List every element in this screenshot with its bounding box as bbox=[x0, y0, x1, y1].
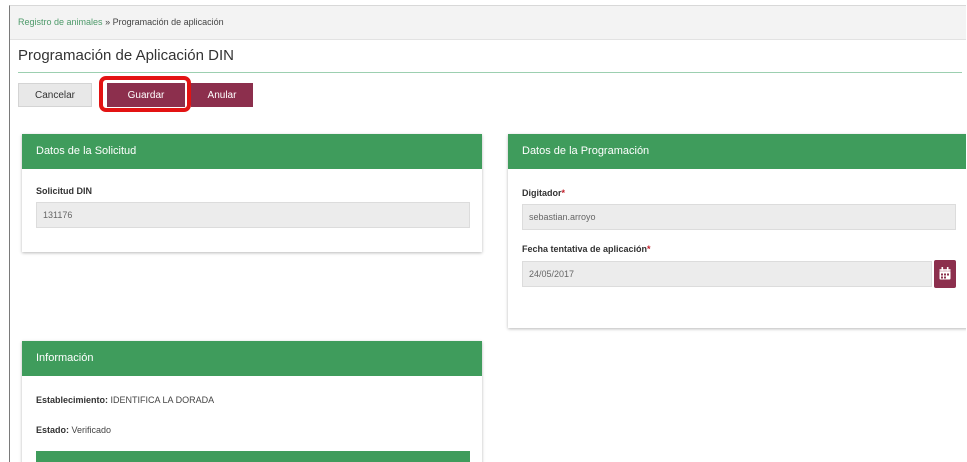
solicitud-panel: Datos de la Solicitud Solicitud DIN 1311… bbox=[22, 134, 482, 252]
breadcrumb-current: Programación de aplicación bbox=[112, 17, 224, 27]
breadcrumb-link-registro[interactable]: Registro de animales bbox=[18, 17, 103, 27]
programacion-panel: Datos de la Programación Digitador* seba… bbox=[508, 134, 966, 328]
estado-label: Estado: bbox=[36, 425, 70, 435]
digitador-field[interactable]: sebastian.arroyo bbox=[522, 204, 956, 230]
establecimiento-value: IDENTIFICA LA DORADA bbox=[110, 395, 215, 405]
fecha-label-text: Fecha tentativa de aplicación bbox=[522, 244, 648, 254]
digitador-required-mark: * bbox=[561, 188, 566, 198]
cancel-button[interactable]: Cancelar bbox=[18, 83, 92, 107]
digitador-label: Digitador* bbox=[522, 188, 565, 198]
title-divider bbox=[18, 72, 962, 73]
calendar-button[interactable] bbox=[934, 260, 956, 288]
breadcrumb-separator: » bbox=[105, 17, 111, 27]
informacion-panel: Información Establecimiento: IDENTIFICA … bbox=[22, 341, 482, 462]
solicitud-panel-header: Datos de la Solicitud bbox=[22, 134, 482, 169]
estado-value: Verificado bbox=[71, 425, 112, 435]
fecha-required-mark: * bbox=[647, 244, 651, 254]
fecha-label: Fecha tentativa de aplicación* bbox=[522, 244, 651, 254]
programacion-panel-header: Datos de la Programación bbox=[508, 134, 966, 169]
page-title: Programación de Aplicación DIN bbox=[18, 47, 234, 64]
app-frame: Registro de animales » Programación de a… bbox=[9, 5, 966, 462]
breadcrumb: Registro de animales » Programación de a… bbox=[10, 6, 966, 40]
save-button-highlight bbox=[99, 76, 191, 112]
info-table-header bbox=[36, 451, 470, 462]
estado-line: Estado: Verificado bbox=[36, 425, 111, 435]
establecimiento-label: Establecimiento: bbox=[36, 395, 109, 405]
informacion-panel-header: Información bbox=[22, 341, 482, 376]
calendar-icon bbox=[939, 267, 951, 280]
solicitud-din-field[interactable]: 131176 bbox=[36, 202, 470, 228]
solicitud-din-label: Solicitud DIN bbox=[36, 186, 92, 196]
digitador-label-text: Digitador bbox=[522, 188, 562, 198]
annul-button[interactable]: Anular bbox=[191, 83, 253, 107]
fecha-field[interactable]: 24/05/2017 bbox=[522, 261, 932, 287]
establecimiento-line: Establecimiento: IDENTIFICA LA DORADA bbox=[36, 395, 214, 405]
